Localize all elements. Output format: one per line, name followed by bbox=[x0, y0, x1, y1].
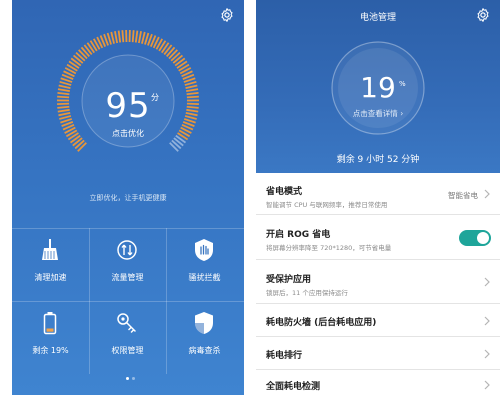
gauge-tick-filled bbox=[141, 31, 146, 44]
traffic-icon bbox=[117, 240, 137, 260]
tool-label: 剩余 19% bbox=[32, 346, 69, 355]
chevron-right-icon bbox=[484, 189, 490, 199]
tool-label: 病毒查杀 bbox=[188, 346, 221, 355]
row-title: 省电模式 bbox=[266, 187, 303, 197]
gauge-tick-filled bbox=[121, 30, 125, 43]
tool-harassment-block[interactable]: 骚扰拦截 bbox=[166, 228, 243, 301]
tool-label: 流量管理 bbox=[111, 273, 144, 282]
gauge-tick-filled bbox=[144, 32, 150, 45]
battery-percent-unit: % bbox=[399, 80, 406, 88]
row-title: 耗电排行 bbox=[266, 351, 303, 361]
page-indicator-dot[interactable] bbox=[132, 377, 135, 380]
optimizer-screen: 95 分 点击优化 立即优化，让手机更健康 清理加速 流量管理 骚扰拦截 剩余 … bbox=[12, 0, 244, 395]
row-power-ranking[interactable]: 耗电排行 bbox=[256, 337, 500, 370]
gauge-tick-filled bbox=[110, 31, 115, 44]
row-title: 受保护应用 bbox=[266, 275, 312, 285]
score-unit: 分 bbox=[151, 93, 159, 102]
chevron-right-icon: › bbox=[400, 109, 404, 118]
row-subtitle: 锁屏后，11 个应用保持运行 bbox=[266, 289, 348, 297]
hand-block-icon bbox=[195, 239, 213, 261]
row-full-power-check[interactable]: 全面耗电检测 bbox=[256, 370, 500, 395]
tool-label: 权限管理 bbox=[111, 346, 144, 355]
optimize-tip: 立即优化，让手机更健康 bbox=[89, 194, 167, 202]
row-title: 全面耗电检测 bbox=[266, 382, 321, 392]
gauge-tick-filled bbox=[59, 80, 72, 86]
optimize-button[interactable]: 点击优化 bbox=[12, 128, 244, 139]
tool-battery[interactable]: 剩余 19% bbox=[12, 301, 89, 374]
toggle-knob bbox=[477, 232, 489, 244]
view-details-label: 点击查看详情 bbox=[352, 109, 398, 118]
row-subtitle: 将屏幕分辨率降至 720*1280，可节省电量 bbox=[266, 244, 392, 252]
battery-screen: 电池管理 19 % 点击查看详情 › 剩余 9 小时 52 分钟 省电模式 智能… bbox=[256, 0, 500, 395]
gear-icon[interactable] bbox=[475, 7, 491, 23]
broom-icon bbox=[42, 239, 58, 260]
chevron-right-icon bbox=[484, 316, 490, 326]
row-title: 耗电防火墙 (后台耗电应用) bbox=[266, 318, 377, 328]
rog-toggle[interactable] bbox=[459, 230, 491, 246]
chevron-right-icon bbox=[484, 380, 490, 390]
key-icon bbox=[117, 313, 136, 333]
page-indicator-dot-active[interactable] bbox=[126, 377, 129, 380]
row-rog-power-saving: 开启 ROG 省电 将屏幕分辨率降至 720*1280，可节省电量 bbox=[256, 215, 500, 260]
shield-icon bbox=[195, 312, 213, 334]
chevron-right-icon bbox=[484, 349, 490, 359]
gauge-tick-filled bbox=[106, 32, 112, 45]
tool-virus-scan[interactable]: 病毒查杀 bbox=[166, 301, 243, 374]
score-value: 95 bbox=[105, 86, 151, 126]
tool-label: 骚扰拦截 bbox=[188, 273, 221, 282]
page-title: 电池管理 bbox=[359, 13, 396, 23]
remaining-time: 剩余 9 小时 52 分钟 bbox=[336, 155, 420, 165]
battery-percent: 19 bbox=[360, 71, 396, 104]
battery-header: 电池管理 19 % 点击查看详情 › 剩余 9 小时 52 分钟 bbox=[256, 0, 500, 173]
tool-clean-speedup[interactable]: 清理加速 bbox=[12, 228, 89, 301]
row-subtitle: 智能调节 CPU 与联网频率，推荐日常使用 bbox=[266, 201, 388, 209]
row-protected-apps[interactable]: 受保护应用 锁屏后，11 个应用保持运行 bbox=[256, 260, 500, 304]
row-power-saving-mode[interactable]: 省电模式 智能调节 CPU 与联网频率，推荐日常使用 智能省电 bbox=[256, 173, 500, 215]
tool-label: 清理加速 bbox=[34, 273, 67, 282]
row-value: 智能省电 bbox=[448, 191, 478, 200]
tools-grid: 清理加速 流量管理 骚扰拦截 剩余 19% 权限管理 病毒查杀 bbox=[12, 228, 244, 374]
tool-traffic-management[interactable]: 流量管理 bbox=[89, 228, 166, 301]
tool-permission-management[interactable]: 权限管理 bbox=[89, 301, 166, 374]
gauge-tick-filled bbox=[114, 31, 119, 44]
row-power-firewall[interactable]: 耗电防火墙 (后台耗电应用) bbox=[256, 304, 500, 337]
gauge-tick-filled bbox=[117, 30, 122, 43]
row-title: 开启 ROG 省电 bbox=[266, 230, 331, 240]
gauge-tick-filled bbox=[134, 30, 139, 43]
view-details-link[interactable]: 点击查看详情 › bbox=[256, 108, 500, 119]
battery-icon bbox=[43, 312, 57, 335]
score-display[interactable]: 95 分 bbox=[12, 86, 244, 126]
gauge-tick-filled bbox=[131, 30, 135, 43]
chevron-right-icon bbox=[484, 277, 490, 287]
gauge-tick-filled bbox=[137, 31, 142, 44]
gauge-tick-filled bbox=[184, 80, 197, 86]
